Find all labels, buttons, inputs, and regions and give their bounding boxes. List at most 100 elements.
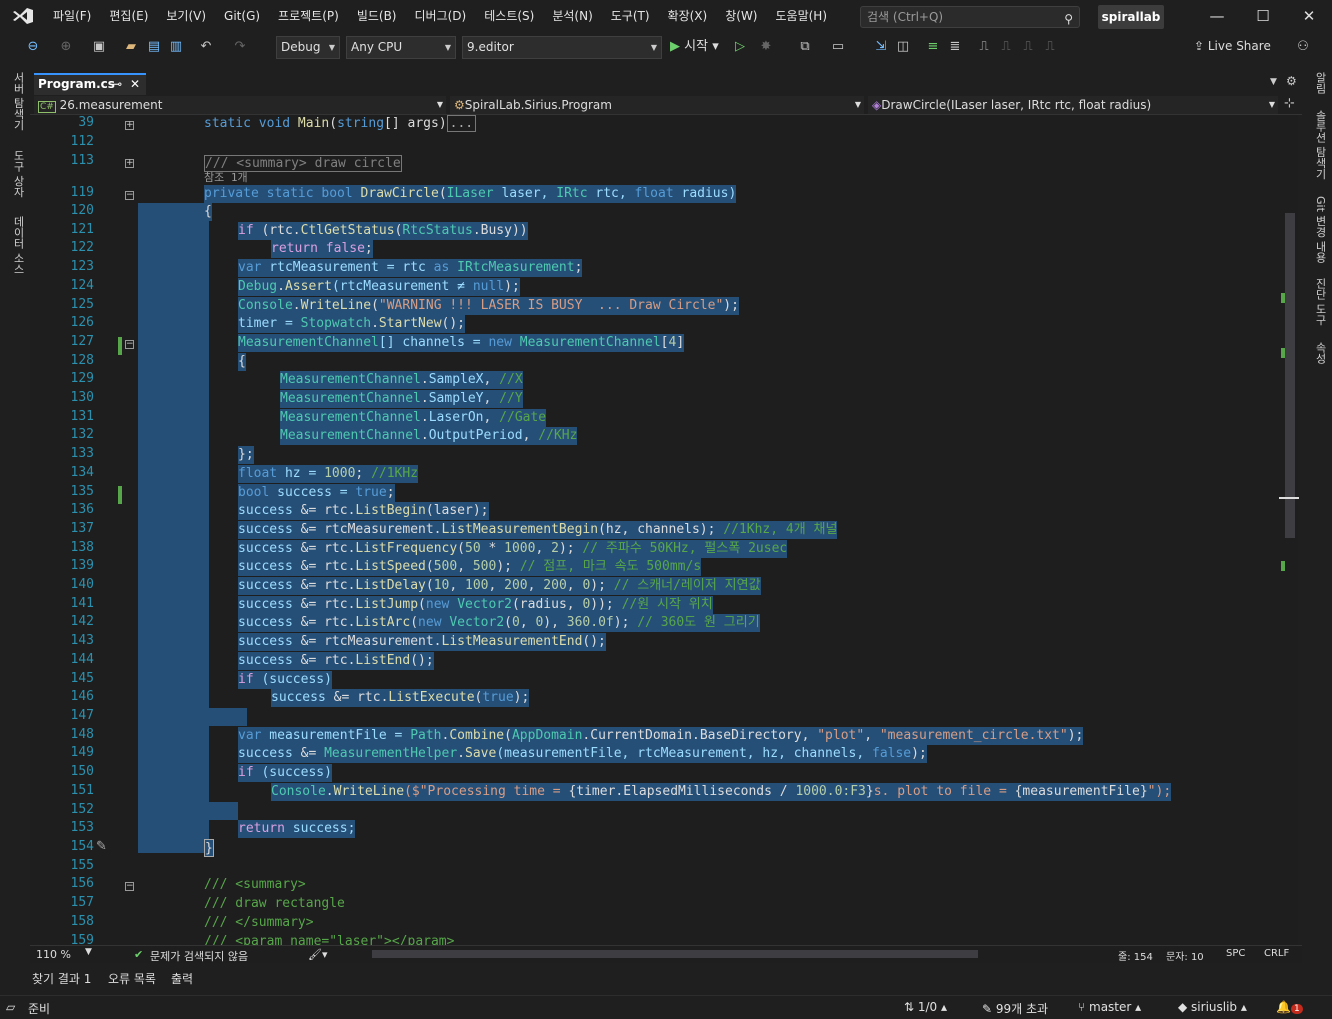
menu-item-6[interactable]: 디버그(D) (406, 0, 476, 33)
diagnostic-tools-tab[interactable]: 진단 도구 (1308, 278, 1328, 326)
line-ending[interactable]: CRLF (1264, 948, 1289, 959)
tab-find-results[interactable]: 찾기 결과 1 (32, 970, 91, 987)
indent-mode[interactable]: SPC (1226, 948, 1245, 959)
collapse-toggle[interactable]: − (125, 191, 134, 200)
collapsed-region[interactable]: ... (446, 115, 477, 132)
code-editor[interactable]: 39 112 113 119 120 121 122 123 124 125 126 127 128 12… (30, 115, 1282, 945)
horizontal-scrollbar-thumb[interactable] (372, 950, 978, 958)
repository-selector[interactable]: ◆ siriuslib ▴ (1178, 1000, 1247, 1014)
platform-select[interactable]: Any CPU ▼ (346, 36, 456, 59)
properties-tab[interactable]: 속성 (1308, 342, 1328, 364)
layout-icon[interactable]: ▭ (826, 38, 850, 56)
menu-item-1[interactable]: 편집(E) (100, 0, 157, 33)
class-dropdown[interactable]: ⚙SpiralLab.Sirius.Program ▼ (450, 96, 864, 114)
startup-project-select[interactable]: 9.editor ▼ (462, 36, 662, 59)
save-all-icon[interactable]: ▥ (168, 38, 184, 56)
clear-bookmark-icon[interactable]: ⎍ (1042, 38, 1058, 56)
expand-toggle[interactable]: + (125, 159, 134, 168)
menu-item-9[interactable]: 도구(T) (602, 0, 659, 33)
search-input[interactable]: 검색 (Ctrl+Q) ⚲ (860, 6, 1080, 28)
live-share-button[interactable]: ⇪ Live Share (1194, 39, 1271, 53)
save-icon[interactable]: ▤ (146, 38, 162, 56)
project-dropdown[interactable]: C# 26.measurement ▼ (34, 96, 446, 114)
code-line: return success; (238, 820, 356, 838)
menu-item-4[interactable]: 프로젝트(P) (269, 0, 348, 33)
data-sources-tab[interactable]: 데이터 소스 (6, 216, 26, 275)
branch-selector[interactable]: ⑂ master ▴ (1078, 1000, 1141, 1014)
tab-output[interactable]: 출력 (171, 970, 193, 987)
step-icon[interactable]: ⇲ (870, 38, 892, 56)
redo-icon[interactable]: ↷ (232, 38, 248, 56)
collapse-toggle[interactable]: − (125, 340, 134, 349)
code-token: success (238, 559, 293, 574)
scrollbar-thumb[interactable] (1285, 213, 1295, 538)
menu-item-5[interactable]: 빌드(B) (348, 0, 406, 33)
pin-icon[interactable]: ⊸ (112, 75, 122, 94)
feedback-icon[interactable]: ⚇ (1294, 38, 1312, 56)
menu-item-8[interactable]: 분석(N) (543, 0, 601, 33)
zoom-level[interactable]: 110 % (36, 948, 71, 961)
pending-changes[interactable]: ✎ 99개 초과 (982, 1000, 1048, 1017)
bookmark-icon[interactable]: ⎍ (976, 38, 992, 56)
menu-item-10[interactable]: 확장(X) (659, 0, 717, 33)
code-token: success (238, 746, 293, 761)
commits-updown[interactable]: ⇅ 1/0 ▴ (904, 1000, 947, 1014)
open-folder-icon[interactable]: ▰ (122, 38, 140, 56)
code-token: ); (911, 746, 927, 761)
toolbox-tab[interactable]: 도구 상자 (6, 150, 26, 198)
minimize-button[interactable]: — (1194, 0, 1240, 33)
menu-item-0[interactable]: 파일(F) (44, 0, 100, 33)
zoom-dropdown-icon[interactable]: ▼ (85, 947, 92, 957)
code-token: Combine (449, 728, 505, 743)
notifications-tab[interactable]: 알림 (1308, 72, 1328, 94)
new-project-icon[interactable]: ▣ (90, 38, 108, 56)
tab-list-dropdown[interactable]: ▼ (1270, 77, 1277, 87)
tab-error-list[interactable]: 오류 목록 (108, 970, 156, 987)
forward-icon[interactable]: ⊕ (58, 38, 74, 56)
code-token: "measurement_circle.txt" (879, 728, 1068, 743)
menu-item-2[interactable]: 보기(V) (157, 0, 215, 33)
undo-icon[interactable]: ↶ (198, 38, 214, 56)
config-select[interactable]: Debug ▼ (276, 36, 340, 59)
server-explorer-tab[interactable]: 서버 탐색기 (6, 72, 26, 131)
notifications-bell[interactable]: 🔔 1 (1276, 1000, 1303, 1014)
code-lens-references[interactable]: 참조 1개 (204, 171, 248, 185)
prev-bookmark-icon[interactable]: ⎍ (998, 38, 1014, 56)
code-token: success; (284, 821, 356, 836)
menu-item-12[interactable]: 도움말(H) (767, 0, 837, 33)
code-token: measurementFile = (261, 728, 411, 743)
settings-gear-icon[interactable]: ⚙ (1286, 74, 1297, 88)
tab-program-cs[interactable]: Program.cs ⊸ ✕ (34, 73, 146, 95)
next-bookmark-icon[interactable]: ⎍ (1020, 38, 1036, 56)
code-token: new (418, 615, 442, 630)
member-dropdown[interactable]: ◈DrawCircle(ILaser laser, IRtc rtc, floa… (868, 96, 1278, 114)
issues-status[interactable]: 문제가 검색되지 않음 (150, 948, 248, 964)
code-token: float (634, 186, 674, 201)
code-token: &= (325, 690, 358, 705)
solution-explorer-tab[interactable]: 솔루션 탐색기 (1308, 110, 1328, 180)
menu-item-11[interactable]: 창(W) (716, 0, 766, 33)
cleanup-brush-icon[interactable]: 🖌▾ (308, 948, 328, 961)
close-tab-icon[interactable]: ✕ (130, 75, 140, 94)
profile-button[interactable]: spirallab (1098, 5, 1164, 29)
maximize-button[interactable]: ☐ (1240, 0, 1286, 33)
menu-item-3[interactable]: Git(G) (215, 0, 269, 33)
expand-toggle[interactable]: + (125, 121, 134, 130)
back-icon[interactable]: ⊖ (24, 38, 42, 56)
split-editor-icon[interactable]: ⊹ (1284, 96, 1295, 111)
window-icon[interactable]: ◫ (894, 38, 912, 56)
comment-icon[interactable]: ≡ (924, 38, 942, 56)
git-changes-tab[interactable]: Git 변경 내용 (1308, 196, 1328, 263)
code-line: private static bool DrawCircle(ILaser la… (204, 185, 737, 203)
browse-icon[interactable]: ⧉ (796, 38, 814, 56)
code-token: , (483, 391, 500, 406)
start-button[interactable]: ▶ 시작 ▾ (670, 38, 726, 56)
hot-reload-icon[interactable]: ✸ (756, 38, 776, 56)
uncomment-icon[interactable]: ≣ (946, 38, 964, 56)
close-window-button[interactable]: ✕ (1286, 0, 1332, 33)
collapse-toggle[interactable]: − (125, 882, 134, 891)
menu-item-7[interactable]: 테스트(S) (475, 0, 543, 33)
start-without-debug-icon[interactable]: ▷ (732, 38, 748, 56)
code-token: [] channels = (378, 335, 489, 350)
quick-action-brush-icon[interactable]: ✎ (96, 839, 107, 854)
